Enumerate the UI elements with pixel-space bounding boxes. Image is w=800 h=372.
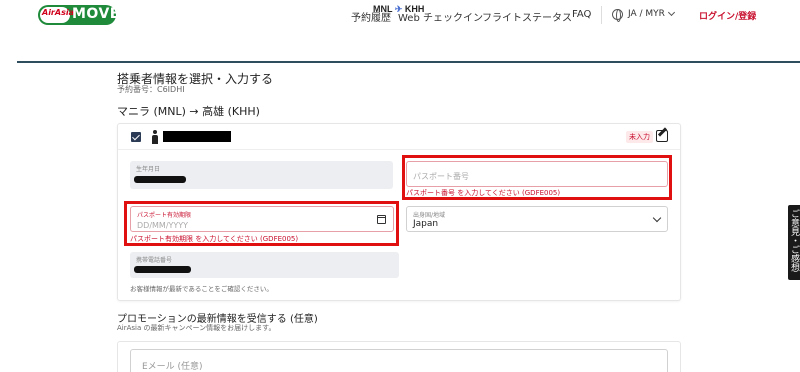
- nav-flight-status[interactable]: フライトステータス: [482, 9, 572, 24]
- mobile-number-field[interactable]: 携帯電話番号: [130, 252, 399, 278]
- passport-expiry-error: パスポート有効期限 を入力してください (GDFE005): [130, 235, 299, 243]
- chevron-down-icon[interactable]: [652, 213, 662, 223]
- passport-expiry-label: パスポート有効期限: [137, 212, 192, 219]
- passenger-name-redacted: [163, 131, 231, 142]
- globe-icon[interactable]: [612, 9, 623, 22]
- issuing-country-label: 出身国/地域: [413, 212, 446, 219]
- calendar-icon[interactable]: [377, 215, 386, 224]
- logo-brand-small: AirAsia: [42, 8, 74, 17]
- date-of-birth-field[interactable]: 生年月日: [130, 161, 393, 189]
- edit-icon[interactable]: [656, 130, 668, 142]
- feedback-tab[interactable]: ご意見・ご感想: [788, 205, 800, 280]
- mobile-number-redacted: [134, 266, 191, 273]
- route-underline: [17, 61, 800, 63]
- passport-number-placeholder: パスポート番号: [413, 172, 469, 181]
- route-indicator: MNL ✈ KHH: [373, 4, 424, 15]
- email-placeholder: Eメール (任意): [142, 362, 203, 372]
- promo-subtitle: AirAsia の最新キャンペーン情報をお届けします。: [117, 324, 276, 332]
- email-input[interactable]: Eメール (任意): [130, 349, 668, 372]
- passport-number-error: パスポート番号 を入力してください (GDFE005): [406, 189, 561, 197]
- passport-number-input[interactable]: パスポート番号: [406, 161, 668, 187]
- login-register-link[interactable]: ログイン/登録: [699, 9, 756, 22]
- logo-brand-main: MOVE: [72, 6, 120, 22]
- plane-icon: ✈: [394, 4, 403, 14]
- passenger-select-checkbox[interactable]: [131, 132, 141, 142]
- language-currency-selector[interactable]: JA / MYR: [628, 9, 665, 19]
- feedback-tab-label: ご意見・ご感想: [789, 209, 799, 272]
- route-destination: KHH: [404, 4, 425, 14]
- nav-faq[interactable]: FAQ: [572, 9, 591, 20]
- passport-expiry-placeholder: DD/MM/YYYY: [137, 221, 189, 230]
- info-notice: お客様情報が最新であることをご確認ください。: [130, 285, 273, 293]
- route-origin: MNL: [373, 4, 393, 14]
- flight-segment: マニラ (MNL) → 高雄 (KHH): [117, 105, 260, 118]
- date-of-birth-redacted: [134, 176, 186, 183]
- booking-reference: 予約番号：C6IDHI: [117, 85, 185, 94]
- issuing-country-select[interactable]: 出身国/地域 Japan: [406, 206, 668, 232]
- nav-divider: [601, 6, 602, 24]
- airasia-move-logo[interactable]: AirAsia MOVE: [38, 5, 119, 25]
- date-of-birth-label: 生年月日: [136, 166, 161, 173]
- passport-expiry-input[interactable]: パスポート有効期限 DD/MM/YYYY: [130, 206, 394, 232]
- status-badge: 未入力: [626, 131, 653, 143]
- person-icon: [152, 130, 158, 144]
- issuing-country-value: Japan: [413, 219, 439, 229]
- mobile-number-label: 携帯電話番号: [136, 257, 173, 264]
- chevron-down-icon[interactable]: [667, 8, 676, 17]
